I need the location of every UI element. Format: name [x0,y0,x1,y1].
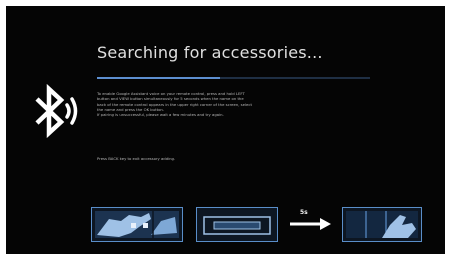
arrow-right-icon [290,218,331,230]
bluetooth-icon [35,84,78,138]
page-title: Searching for accessories... [97,43,323,62]
pairing-instructions: To enable Google Assistant voice on your… [97,91,389,117]
remote-hold-icon [91,207,183,242]
search-progress-fill [97,77,220,79]
remote-hand-icon [342,207,422,242]
tv-box-icon [196,207,278,242]
search-progress-bar [97,77,370,79]
tv-screen: Searching for accessories... To enable G… [6,6,445,254]
instruction-line: If pairing is unsuccessful, please wait … [97,112,224,118]
back-hint-text: Press BACK key to exit accessory adding. [97,156,176,161]
hold-duration-label: 5s [300,209,308,216]
